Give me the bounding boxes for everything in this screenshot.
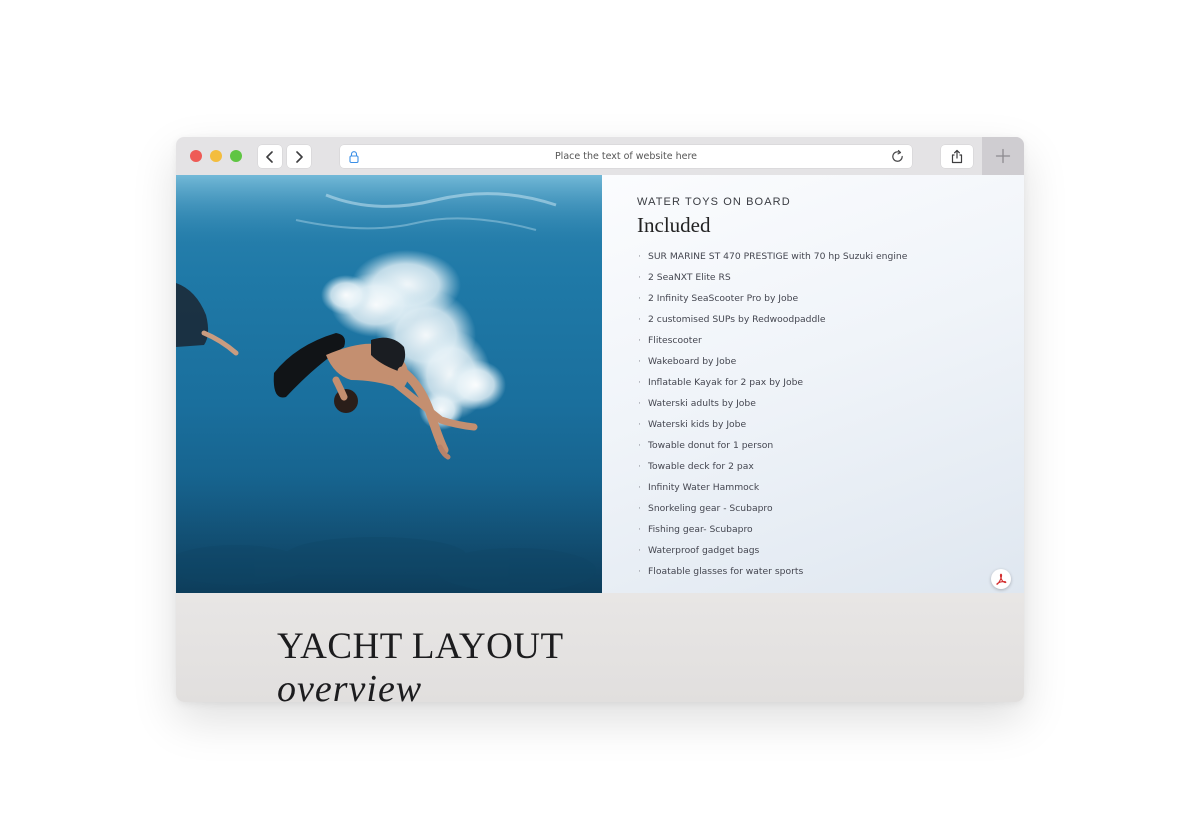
yacht-layout-subtitle: overview [277,668,423,702]
plus-icon [995,148,1011,164]
chevron-left-icon [266,150,273,163]
reload-icon[interactable] [890,149,905,164]
list-item: · 2 customised SUPs by Redwoodpaddle [638,314,826,325]
share-icon [951,149,963,164]
minimize-window-button[interactable] [210,150,222,162]
list-item: · Waterski adults by Jobe [638,398,756,409]
page-content[interactable]: WATER TOYS ON BOARD Included · SUR MARINE… [176,175,1024,702]
list-item: · Waterproof gadget bags [638,545,760,556]
page-stage: Place the text of website here WATER TOY… [0,0,1200,840]
water-toys-panel: WATER TOYS ON BOARD Included · SUR MARINE… [602,175,1024,593]
water-toys-list: · SUR MARINE ST 470 PRESTIGE with 70 hp S… [638,246,907,582]
section-heading: Included [637,213,711,237]
chevron-right-icon [296,150,303,163]
list-item: · Waterski kids by Jobe [638,419,747,430]
browser-toolbar: Place the text of website here [176,137,1024,176]
address-bar[interactable]: Place the text of website here [340,145,912,168]
list-item: · SUR MARINE ST 470 PRESTIGE with 70 hp S… [638,251,908,262]
yacht-layout-section: YACHT LAYOUT overview [176,593,1024,702]
list-item: · Snorkeling gear - Scubapro [638,503,773,514]
list-item: · Fishing gear- Scubapro [638,524,753,535]
list-item: · Wakeboard by Jobe [638,356,737,367]
new-tab-button[interactable] [982,137,1024,175]
share-button[interactable] [941,145,973,168]
forward-button[interactable] [287,145,311,168]
list-item: · 2 Infinity SeaScooter Pro by Jobe [638,293,799,304]
list-item: · Towable donut for 1 person [638,440,774,451]
url-text: Place the text of website here [554,151,698,162]
underwater-scene-illustration [176,175,602,593]
section-eyebrow: WATER TOYS ON BOARD [637,196,791,208]
close-window-button[interactable] [190,150,202,162]
pdf-download-button[interactable] [991,569,1011,589]
list-item: · Floatable glasses for water sports [638,566,804,577]
yacht-layout-title: YACHT LAYOUT [277,626,564,667]
list-item: · Flitescooter [638,335,702,346]
back-button[interactable] [258,145,282,168]
list-item: · 2 SeaNXT Elite RS [638,272,731,283]
list-item: · Infinity Water Hammock [638,482,760,493]
underwater-photo [176,175,602,593]
list-item: · Towable deck for 2 pax [638,461,754,472]
pdf-icon [996,573,1007,585]
list-item: · Inflatable Kayak for 2 pax by Jobe [638,377,804,388]
maximize-window-button[interactable] [230,150,242,162]
browser-window: Place the text of website here WATER TOY… [176,137,1024,702]
